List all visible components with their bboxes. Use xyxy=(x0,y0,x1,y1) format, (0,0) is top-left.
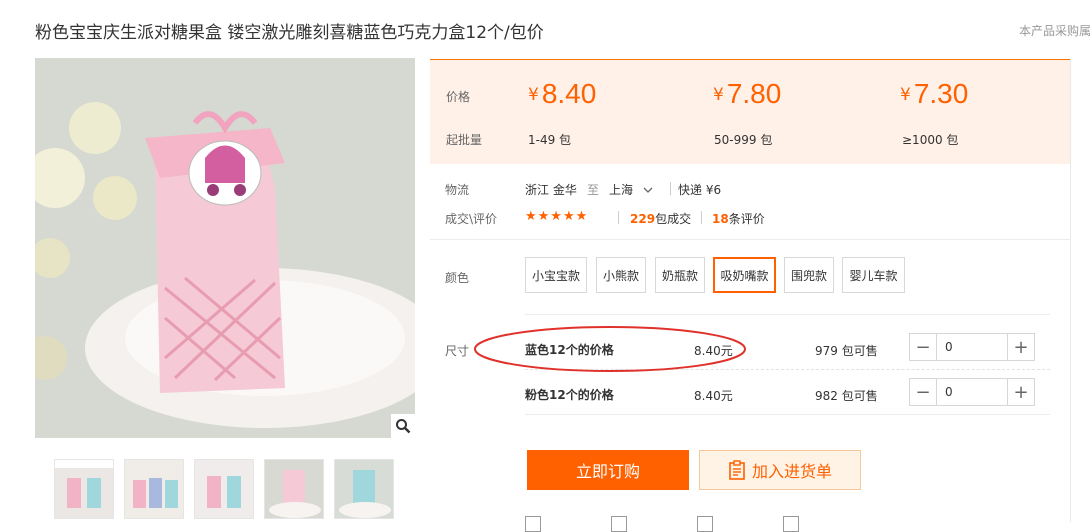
thumbnail-5[interactable] xyxy=(334,459,394,519)
checkbox[interactable] xyxy=(783,516,799,532)
destination-select[interactable]: 上海 xyxy=(609,181,653,198)
quantity-input[interactable]: 0 xyxy=(936,334,1008,360)
destination-value: 上海 xyxy=(609,183,634,197)
review-count[interactable]: 18条评价 xyxy=(712,210,765,227)
price-panel: 价格 起批量 ¥8.40 ¥7.80 ¥7.30 1-49 包 50-999 包… xyxy=(430,59,1070,164)
logistics-to: 至 xyxy=(587,183,600,197)
product-title: 粉色宝宝庆生派对糖果盒 镂空激光雕刻喜糖蓝色巧克力盒12个/包价 xyxy=(35,23,544,43)
bottom-checkbox-row xyxy=(525,516,799,532)
plus-button[interactable]: + xyxy=(1008,334,1034,360)
main-product-image[interactable] xyxy=(35,58,415,438)
color-option-5[interactable]: 围兜款 xyxy=(784,257,834,293)
color-option-3[interactable]: 奶瓶款 xyxy=(655,257,705,293)
size-row-1-stock: 979 包可售 xyxy=(815,344,878,358)
price-tier-1: ¥8.40 xyxy=(528,78,597,109)
section-divider-2 xyxy=(525,314,1050,315)
logistics-separator xyxy=(670,182,671,195)
moq-tier-2: 50-999 包 xyxy=(714,133,773,147)
thumbnail-4[interactable] xyxy=(264,459,324,519)
moq-tier-1: 1-49 包 xyxy=(528,133,572,147)
size-row-2-name: 粉色12个的价格 xyxy=(525,388,614,402)
color-option-4-selected[interactable]: 吸奶嘴款 xyxy=(713,257,776,293)
chevron-down-icon xyxy=(643,187,653,193)
checkbox[interactable] xyxy=(697,516,713,532)
minus-button[interactable]: − xyxy=(910,379,936,405)
product-photo xyxy=(35,58,415,438)
thumbnail-2[interactable] xyxy=(124,459,184,519)
plus-button[interactable]: + xyxy=(1008,379,1034,405)
deals-separator-2 xyxy=(701,211,702,224)
quantity-stepper-2: − 0 + xyxy=(909,378,1035,406)
add-to-purchase-list-label: 加入进货单 xyxy=(751,462,832,481)
checkbox[interactable] xyxy=(525,516,541,532)
deals-separator-1 xyxy=(618,211,619,224)
size-row-2-price: 8.40元 xyxy=(694,389,733,403)
thumbnail-1[interactable] xyxy=(54,459,114,519)
thumbnail-strip xyxy=(54,459,394,519)
price-tier-3: ¥7.30 xyxy=(900,78,969,109)
right-border xyxy=(1070,59,1071,522)
quantity-stepper-1: − 0 + xyxy=(909,333,1035,361)
section-divider-1 xyxy=(430,239,1070,240)
rating-stars: ★★★★★ xyxy=(525,209,589,224)
top-right-note: 本产品采购属 xyxy=(1018,24,1091,38)
size-label: 尺寸 xyxy=(445,344,470,358)
price-tier-2: ¥7.80 xyxy=(713,78,782,109)
shipping-fee: 快递 ¥6 xyxy=(678,183,722,197)
add-to-purchase-list-button[interactable]: 加入进货单 xyxy=(699,450,861,490)
thumbnail-3[interactable] xyxy=(194,459,254,519)
logistics-origin: 浙江 金华 xyxy=(525,183,577,197)
color-option-2[interactable]: 小熊款 xyxy=(596,257,646,293)
minus-button[interactable]: − xyxy=(910,334,936,360)
clipboard-icon xyxy=(729,460,745,480)
quantity-input[interactable]: 0 xyxy=(936,379,1008,405)
size-row-2-stock: 982 包可售 xyxy=(815,389,878,403)
price-label: 价格 xyxy=(446,90,471,104)
zoom-icon[interactable] xyxy=(391,414,415,438)
color-option-1[interactable]: 小宝宝款 xyxy=(525,257,587,293)
section-divider-3 xyxy=(525,414,1050,415)
order-now-button[interactable]: 立即订购 xyxy=(527,450,689,490)
deals-label: 成交\评价 xyxy=(445,212,498,226)
moq-tier-3: ≥1000 包 xyxy=(902,133,959,147)
moq-label: 起批量 xyxy=(446,133,483,147)
deal-count[interactable]: 229包成交 xyxy=(630,210,691,227)
color-option-6[interactable]: 婴儿车款 xyxy=(842,257,905,293)
checkbox[interactable] xyxy=(611,516,627,532)
logistics-label: 物流 xyxy=(445,183,470,197)
annotation-ellipse xyxy=(474,326,746,372)
color-label: 颜色 xyxy=(445,271,470,285)
